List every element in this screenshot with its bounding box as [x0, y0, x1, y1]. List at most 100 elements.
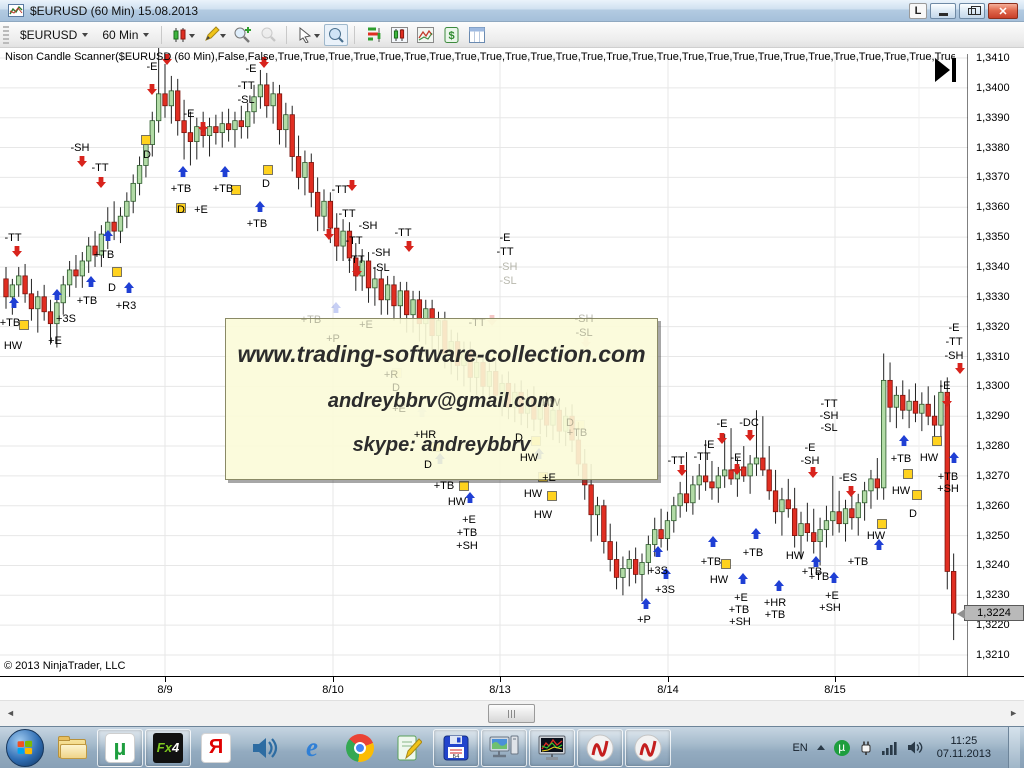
instrument-label: $EURUSD — [20, 28, 77, 42]
grid-panel-icon — [469, 27, 485, 43]
candle-body — [640, 562, 645, 574]
scrollbar-thumb[interactable] — [488, 704, 535, 723]
watermark-url: www.trading-software-collection.com — [226, 341, 657, 368]
taskbar-app-save[interactable]: Б4 — [433, 729, 479, 767]
bar-type-button[interactable] — [168, 24, 192, 46]
close-button[interactable]: ✕ — [988, 3, 1018, 19]
network-signal-icon[interactable] — [882, 741, 898, 755]
candle-body — [36, 297, 41, 309]
taskbar-app-ninjatrader-1[interactable] — [577, 729, 623, 767]
restore-button[interactable] — [959, 3, 985, 19]
candle-body — [659, 530, 664, 539]
candle-body — [665, 521, 670, 539]
chrome-icon — [346, 734, 374, 762]
candle-body — [627, 559, 632, 568]
doji-marker-square — [913, 491, 922, 500]
cursor-tool-button[interactable] — [293, 24, 317, 46]
interval-selector[interactable]: 60 Min — [95, 25, 156, 45]
candle-body — [163, 94, 168, 106]
crosshair-button[interactable] — [324, 24, 348, 46]
taskbar-app-chart-monitor[interactable] — [529, 729, 575, 767]
draw-tool-button[interactable] — [199, 24, 223, 46]
scroll-left-arrow[interactable]: ◄ — [6, 708, 15, 718]
taskbar-app-explorer[interactable] — [49, 729, 95, 767]
chart-trader-button[interactable] — [387, 24, 411, 46]
taskbar-clock[interactable]: 11:25 07.11.2013 — [937, 735, 991, 761]
candle-body — [672, 506, 677, 521]
candle-body — [252, 97, 256, 112]
buy-signal-arrow — [899, 435, 909, 446]
indicators-button[interactable] — [413, 24, 437, 46]
start-button[interactable] — [6, 729, 44, 767]
price-axis-label: 1,3300 — [976, 380, 1010, 392]
candle-body — [614, 559, 619, 577]
candle-body — [61, 285, 66, 303]
sell-signal-arrow — [96, 177, 106, 188]
candle-body — [792, 509, 797, 536]
chart-monitor-icon — [537, 734, 567, 762]
horizontal-scrollbar[interactable]: ◄ ► — [0, 700, 1024, 726]
order-entry-button[interactable] — [361, 24, 385, 46]
price-axis-label: 1,3350 — [976, 231, 1010, 243]
candle-body — [831, 512, 836, 521]
zoom-in-button[interactable] — [230, 24, 254, 46]
power-plug-icon[interactable] — [859, 740, 873, 756]
taskbar-app-remote-pc[interactable] — [481, 729, 527, 767]
minimize-button[interactable] — [930, 3, 956, 19]
candle-body — [805, 524, 810, 533]
utorrent-tray-icon[interactable]: µ — [834, 740, 850, 756]
candle-body — [182, 121, 187, 133]
candle-body — [652, 530, 657, 545]
remote-computer-icon — [489, 734, 519, 762]
buy-signal-arrow — [220, 166, 230, 177]
zoom-out-icon — [259, 26, 277, 44]
candle-body — [296, 157, 301, 178]
volume-icon[interactable] — [907, 740, 924, 755]
candle-body — [697, 476, 702, 485]
account-button[interactable]: $ — [439, 24, 463, 46]
time-axis[interactable]: 8/98/108/138/148/15 — [0, 676, 1024, 700]
toolbar-grip[interactable] — [3, 26, 9, 44]
taskbar-app-internet-explorer[interactable]: e — [289, 729, 335, 767]
show-hidden-icons-button[interactable] — [817, 745, 825, 750]
price-axis-label: 1,3240 — [976, 559, 1010, 571]
taskbar-app-fx4[interactable]: Fx4 — [145, 729, 191, 767]
buy-signal-arrow — [86, 276, 96, 287]
taskbar-app-chrome[interactable] — [337, 729, 383, 767]
taskbar-app-ninjatrader-2[interactable] — [625, 729, 671, 767]
buy-signal-arrow — [178, 166, 188, 177]
sell-signal-arrow — [77, 156, 87, 167]
pencil-icon — [203, 26, 220, 43]
language-indicator[interactable]: EN — [792, 742, 807, 754]
link-button[interactable]: L — [909, 3, 927, 19]
taskbar-app-utorrent[interactable]: µ — [97, 729, 143, 767]
buy-signal-arrow — [9, 297, 19, 308]
doji-marker-square — [878, 520, 887, 529]
svg-text:$: $ — [448, 30, 454, 42]
candle-body — [245, 112, 250, 127]
taskbar-app-speaker[interactable] — [241, 729, 287, 767]
candle-body — [347, 231, 352, 258]
date-label: 8/13 — [489, 684, 510, 696]
price-axis[interactable]: 1,34101,34001,33901,33801,33701,33601,33… — [968, 48, 1024, 676]
buy-signal-arrow — [52, 289, 62, 300]
candle-body — [608, 542, 613, 560]
taskbar-app-notepad-plus[interactable] — [385, 729, 431, 767]
instrument-selector[interactable]: $EURUSD — [13, 25, 95, 45]
taskbar-app-yandex[interactable]: Я — [193, 729, 239, 767]
data-grid-button[interactable] — [465, 24, 489, 46]
scroll-right-arrow[interactable]: ► — [1009, 708, 1018, 718]
candle-body — [850, 509, 855, 518]
doji-marker-square — [20, 321, 29, 330]
windows-logo-icon — [18, 740, 34, 755]
show-desktop-button[interactable] — [1008, 727, 1020, 768]
candle-body — [379, 279, 384, 300]
candle-body — [799, 524, 804, 536]
chart-panel[interactable]: Nison Candle Scanner($EURUSD (60 Min),Fa… — [0, 48, 1024, 676]
price-axis-label: 1,3250 — [976, 530, 1010, 542]
candle-body — [856, 503, 861, 518]
candle-body — [589, 485, 594, 515]
candle-body — [315, 192, 320, 216]
zoom-out-button[interactable] — [256, 24, 280, 46]
title-bar[interactable]: $EURUSD (60 Min) 15.08.2013 L ✕ — [0, 0, 1024, 22]
